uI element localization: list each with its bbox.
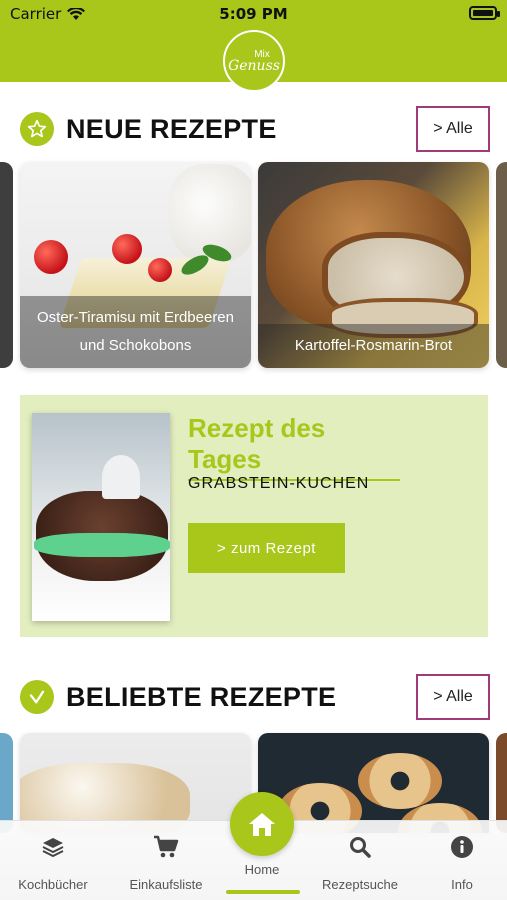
tab-kochbuecher[interactable]: Kochbücher [3, 821, 103, 900]
info-icon [450, 835, 474, 863]
tab-label: Rezeptsuche [322, 877, 398, 892]
neue-rezepte-title: NEUE REZEPTE [66, 114, 277, 144]
beliebte-rezepte-header: BELIEBTE REZEPTE > Alle [20, 674, 490, 720]
app-logo[interactable]: Mix Genuss [223, 30, 285, 92]
recipe-image [20, 733, 251, 833]
logo-genuss-text: Genuss [228, 57, 280, 74]
to-recipe-button[interactable]: > zum Rezept [188, 523, 345, 573]
tab-einkaufsliste[interactable]: Einkaufsliste [116, 821, 216, 900]
recipe-card-tiramisu[interactable]: Oster-Tiramisu mit Erdbeeren und Schokob… [20, 162, 251, 368]
status-bar: Carrier 5:09 PM [0, 0, 507, 28]
tab-info[interactable]: Info [412, 821, 507, 900]
popular-card-pastry[interactable] [20, 733, 251, 833]
tab-label: Kochbücher [18, 877, 88, 892]
home-screen: Carrier 5:09 PM Mix Genuss NEUE REZEPTE … [0, 0, 507, 900]
tab-home-button[interactable] [230, 792, 294, 856]
recipe-of-the-day-name: GRABSTEIN-KUCHEN [188, 475, 370, 492]
neue-rezepte-header: NEUE REZEPTE > Alle [20, 106, 490, 152]
recipe-card-peek-left[interactable] [0, 162, 13, 368]
neue-rezepte-all-button[interactable]: > Alle [416, 106, 490, 152]
beliebte-rezepte-all-button[interactable]: > Alle [416, 674, 490, 720]
stack-icon [41, 835, 65, 863]
clock: 5:09 PM [219, 5, 288, 23]
active-tab-indicator [226, 890, 300, 894]
recipe-of-the-day-image[interactable] [32, 413, 170, 621]
recipe-of-the-day: Rezept des Tages GRABSTEIN-KUCHEN > zum … [20, 395, 488, 637]
battery-icon [469, 6, 500, 20]
recipe-card-peek-right[interactable] [496, 162, 507, 368]
search-icon [348, 835, 372, 863]
heart-check-icon [20, 680, 54, 714]
recipe-card-brot[interactable]: Kartoffel-Rosmarin-Brot [258, 162, 489, 368]
tab-label: Einkaufsliste [129, 877, 203, 892]
popular-card-peek-right[interactable] [496, 733, 507, 833]
star-icon [20, 112, 54, 146]
recipe-card-title: Kartoffel-Rosmarin-Brot [258, 324, 489, 368]
cart-icon [153, 835, 179, 863]
tab-rezeptsuche[interactable]: Rezeptsuche [310, 821, 410, 900]
tab-label: Info [451, 877, 473, 892]
home-icon [249, 813, 275, 836]
recipe-of-the-day-heading: Rezept des Tages [188, 413, 400, 481]
recipe-card-title: Oster-Tiramisu mit Erdbeeren und Schokob… [20, 296, 251, 368]
app-header: Carrier 5:09 PM Mix Genuss [0, 0, 507, 92]
beliebte-rezepte-title: BELIEBTE REZEPTE [66, 682, 337, 712]
tab-home-label: Home [244, 862, 280, 877]
popular-card-peek-left[interactable] [0, 733, 13, 833]
